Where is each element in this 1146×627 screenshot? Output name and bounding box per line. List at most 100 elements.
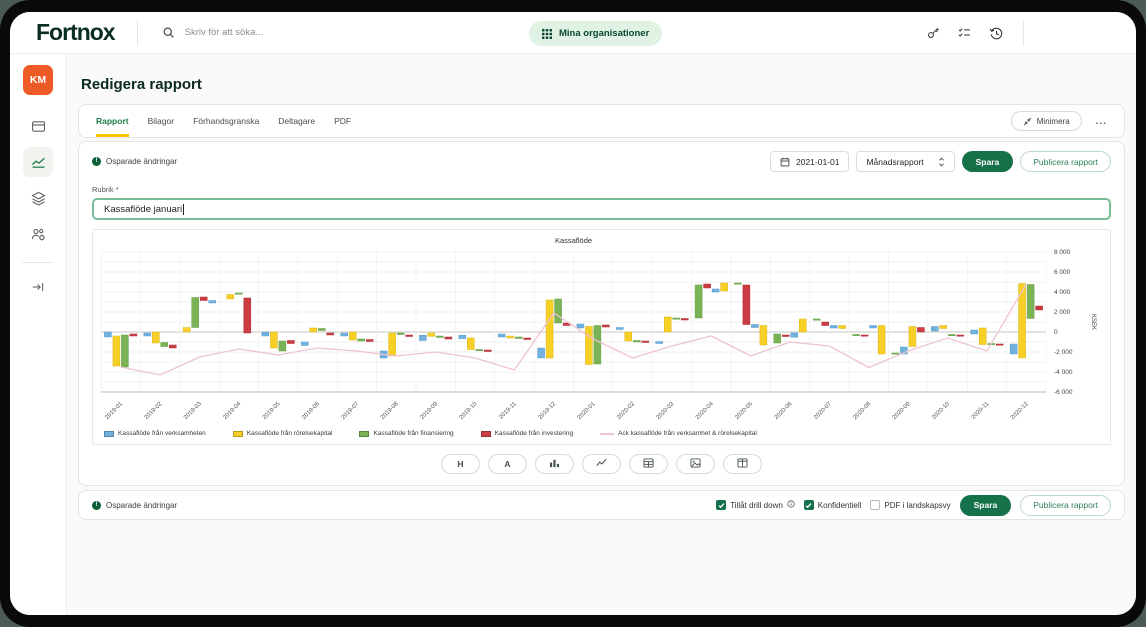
history-icon[interactable] <box>989 26 1004 41</box>
topbar: Fortnox Skriv för att söka... Mina organ… <box>10 12 1136 54</box>
text-icon: A <box>504 459 510 469</box>
apps-grid-icon <box>542 29 552 39</box>
svg-text:2019-12: 2019-12 <box>537 401 557 421</box>
svg-text:4 000: 4 000 <box>1054 289 1071 296</box>
tab-bilagor[interactable]: Bilagor <box>148 105 174 137</box>
heading-icon: H <box>457 459 463 469</box>
more-options-button[interactable]: ... <box>1096 116 1107 127</box>
global-search[interactable]: Skriv för att söka... <box>162 26 264 39</box>
report-date-picker[interactable]: 2021-01-01 <box>770 151 849 172</box>
my-organizations-button[interactable]: Mina organisationer <box>529 21 662 46</box>
fortnox-logo: Fortnox <box>36 19 115 46</box>
image-icon <box>690 458 701 470</box>
sidebar-item-overview[interactable] <box>23 111 53 141</box>
my-organizations-label: Mina organisationer <box>559 28 649 39</box>
insert-text-button[interactable]: A <box>488 454 527 474</box>
red-swatch <box>481 431 491 437</box>
publish-report-button-footer[interactable]: Publicera rapport <box>1020 495 1111 516</box>
layers-icon <box>30 190 47 207</box>
unsaved-changes-status: ! Osparade ändringar <box>92 157 177 166</box>
sidebar-item-layers[interactable] <box>23 183 53 213</box>
rubrik-value: Kassaflöde januari <box>104 204 182 215</box>
topbar-divider-right <box>1023 20 1024 46</box>
insert-block-toolbar: HA <box>92 445 1111 477</box>
search-placeholder: Skriv för att söka... <box>185 27 264 38</box>
svg-text:-4 000: -4 000 <box>1054 369 1073 376</box>
info-icon[interactable] <box>787 500 795 510</box>
unsaved-status-icon: ! <box>92 157 101 166</box>
tab-deltagare[interactable]: Deltagare <box>278 105 315 137</box>
svg-text:2020-01: 2020-01 <box>577 401 597 421</box>
sidebar-item-users[interactable] <box>23 219 53 249</box>
publish-report-button[interactable]: Publicera rapport <box>1020 151 1111 172</box>
svg-text:Kassaflöde: Kassaflöde <box>555 236 592 245</box>
svg-text:2020-09: 2020-09 <box>892 401 912 421</box>
sidebar-item-reports[interactable] <box>23 147 53 177</box>
device-frame: Fortnox Skriv för att söka... Mina organ… <box>0 0 1146 627</box>
checkbox-label: PDF i landskapsvy <box>884 501 950 510</box>
report-type-value: Månadsrapport <box>866 157 923 167</box>
svg-text:2020-12: 2020-12 <box>1010 401 1030 421</box>
rubrik-input[interactable]: Kassaflöde januari <box>92 198 1111 220</box>
line-chart-icon <box>30 154 47 171</box>
insert-heading-button[interactable]: H <box>441 454 480 474</box>
checkbox-checked-icon <box>716 500 726 510</box>
checkbox-pdf-i-landskapsvy[interactable]: PDF i landskapsvy <box>870 500 950 510</box>
report-type-select[interactable]: Månadsrapport <box>856 151 954 172</box>
sidebar-divider <box>22 262 54 263</box>
search-icon <box>162 26 175 39</box>
minimize-button[interactable]: Minimera <box>1011 111 1082 131</box>
legend-item: Kassaflöde från investering <box>481 430 573 437</box>
insert-bar-chart-button[interactable] <box>535 454 574 474</box>
checkbox-label: Tillåt drill down <box>730 501 783 510</box>
insert-line-chart-button[interactable] <box>582 454 621 474</box>
svg-text:2019-11: 2019-11 <box>498 401 518 421</box>
svg-text:8 000: 8 000 <box>1054 249 1071 256</box>
page-title: Redigera rapport <box>81 76 1125 93</box>
svg-text:2019-06: 2019-06 <box>301 401 321 421</box>
tab-pdf[interactable]: PDF <box>334 105 351 137</box>
app-window: Fortnox Skriv för att söka... Mina organ… <box>10 12 1136 615</box>
insert-image-button[interactable] <box>676 454 715 474</box>
checkbox-konfidentiell[interactable]: Konfidentiell <box>804 500 862 510</box>
svg-text:2020-04: 2020-04 <box>695 401 715 421</box>
checkbox-label: Konfidentiell <box>818 501 862 510</box>
tabs-card: Rapport Bilagor Förhandsgranska Deltagare PD… <box>78 104 1125 138</box>
save-button[interactable]: Spara <box>962 151 1014 172</box>
report-date-value: 2021-01-01 <box>796 157 839 167</box>
insert-columns-button[interactable] <box>723 454 762 474</box>
checkbox-till-t-drill-down[interactable]: Tillåt drill down <box>716 500 795 510</box>
insert-table-button[interactable] <box>629 454 668 474</box>
users-gear-icon <box>30 226 47 243</box>
checklist-icon[interactable] <box>957 26 972 40</box>
minimize-label: Minimera <box>1037 117 1070 126</box>
svg-text:2020-03: 2020-03 <box>656 401 676 421</box>
save-button-footer[interactable]: Spara <box>960 495 1012 516</box>
bar-chart-icon <box>549 458 560 470</box>
topbar-divider <box>137 20 138 46</box>
legend-label: Ack kassaflöde från verksamhet & rörelse… <box>618 430 757 437</box>
sidebar: KM <box>10 54 67 615</box>
key-icon[interactable] <box>926 26 940 40</box>
tab-rapport[interactable]: Rapport <box>96 105 129 137</box>
checkbox-checked-icon <box>804 500 814 510</box>
legend-label: Kassaflöde från rörelsekapital <box>247 430 333 437</box>
svg-text:2020-07: 2020-07 <box>813 401 833 421</box>
topbar-actions <box>926 12 1024 54</box>
legend-item: Kassaflöde från finansiering <box>359 430 453 437</box>
window-icon <box>30 118 47 135</box>
svg-text:-6 000: -6 000 <box>1054 389 1073 396</box>
svg-text:2019-04: 2019-04 <box>222 401 242 421</box>
columns-icon <box>737 458 748 470</box>
svg-text:2019-01: 2019-01 <box>104 401 124 421</box>
avatar[interactable]: KM <box>23 65 53 95</box>
select-arrows-icon <box>938 157 945 167</box>
footer-bar: ! Osparade ändringar Tillåt drill downKo… <box>78 490 1125 520</box>
rubrik-label: Rubrik * <box>92 185 1111 194</box>
legend-label: Kassaflöde från verksamheten <box>118 430 206 437</box>
tab-förhandsgranska[interactable]: Förhandsgranska <box>193 105 259 137</box>
svg-text:2020-08: 2020-08 <box>852 401 872 421</box>
svg-text:2020-11: 2020-11 <box>971 401 991 421</box>
yellow-swatch <box>233 431 243 437</box>
sidebar-item-collapse[interactable] <box>23 272 53 302</box>
